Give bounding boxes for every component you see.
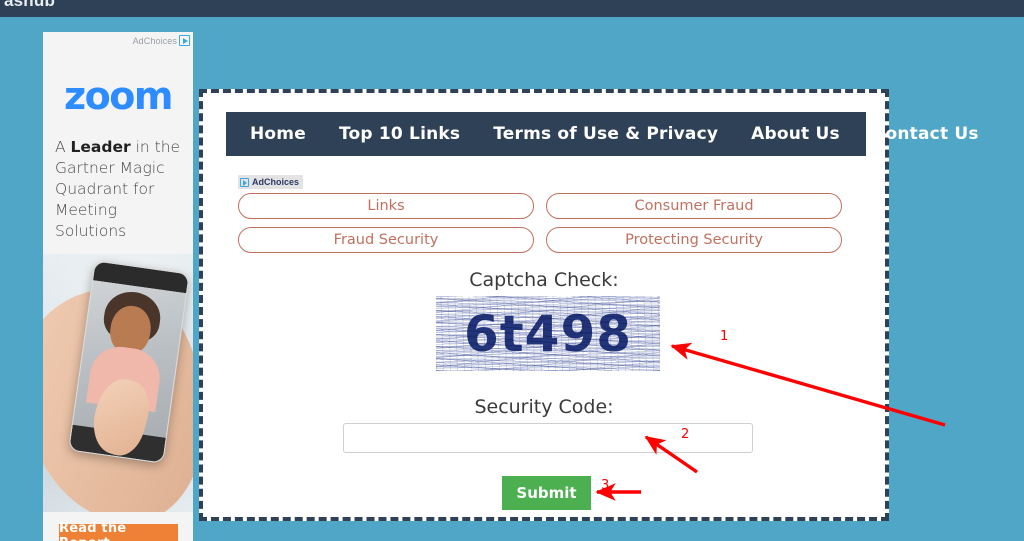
zoom-logo: zoom bbox=[64, 74, 173, 118]
security-code-input[interactable] bbox=[343, 423, 753, 453]
nav-item-terms-of-use[interactable]: Terms of Use & Privacy bbox=[493, 124, 718, 144]
ad-headline: A Leader in the Gartner Magic Quadrant f… bbox=[55, 137, 183, 242]
read-the-report-button[interactable]: Read the Report bbox=[59, 521, 178, 541]
nav-item-about-us[interactable]: About Us bbox=[751, 124, 840, 144]
browser-tab-title: ashub bbox=[4, 0, 56, 10]
pill-button-links[interactable]: Links bbox=[238, 193, 534, 219]
nav-item-contact-us[interactable]: Contact Us bbox=[873, 124, 979, 144]
captcha-text: 6t498 bbox=[463, 304, 633, 363]
nav-item-home[interactable]: Home bbox=[250, 124, 306, 144]
main-content-card: Home Top 10 Links Terms of Use & Privacy… bbox=[199, 89, 979, 521]
ad-headline-bold: Leader bbox=[70, 138, 131, 156]
browser-top-strip: ashub bbox=[0, 0, 1024, 17]
ad-photo bbox=[43, 254, 193, 512]
nav-item-top-10-links[interactable]: Top 10 Links bbox=[339, 124, 460, 144]
site-navigation-bar: Home Top 10 Links Terms of Use & Privacy… bbox=[226, 112, 979, 156]
ad-choices-label: AdChoices bbox=[252, 177, 300, 187]
captcha-check-label: Captcha Check: bbox=[469, 269, 619, 291]
pill-button-consumer-fraud[interactable]: Consumer Fraud bbox=[546, 193, 842, 219]
ad-choices-badge-inline[interactable]: AdChoices bbox=[238, 175, 304, 189]
adchoices-triangle-icon bbox=[240, 177, 249, 187]
advertisement-panel[interactable]: AdChoices zoom A Leader in the Gartner M… bbox=[43, 32, 193, 541]
captcha-image: 6t498 bbox=[436, 296, 660, 371]
security-code-label: Security Code: bbox=[474, 396, 614, 418]
submit-button[interactable]: Submit bbox=[502, 476, 591, 510]
ad-choices-label: AdChoices bbox=[132, 35, 177, 46]
ad-choices-badge-top[interactable]: AdChoices bbox=[133, 35, 190, 46]
category-link-grid: Links Consumer Fraud Fraud Security Prot… bbox=[238, 193, 878, 253]
pill-button-fraud-security[interactable]: Fraud Security bbox=[238, 227, 534, 253]
ad-headline-prefix: A bbox=[55, 138, 71, 156]
pill-button-protecting-security[interactable]: Protecting Security bbox=[546, 227, 842, 253]
adchoices-triangle-icon bbox=[179, 35, 190, 46]
